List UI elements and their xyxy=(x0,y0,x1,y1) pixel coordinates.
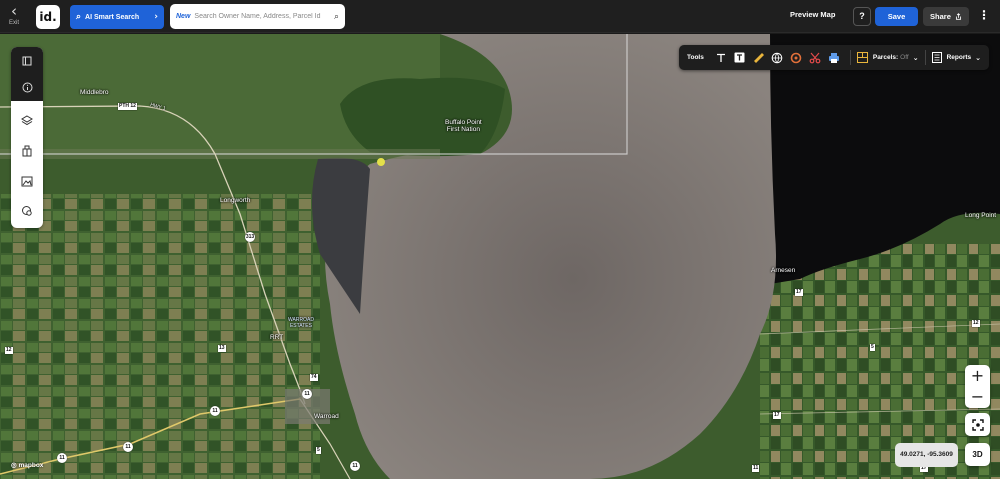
tools-label: Tools xyxy=(687,54,704,61)
tools-divider xyxy=(924,50,926,65)
place-label-buffalo-point: Buffalo Point First Nation xyxy=(445,119,482,133)
chevron-down-icon: ⌄ xyxy=(912,53,919,62)
app-logo[interactable]: id. xyxy=(36,5,60,29)
left-tool-rail xyxy=(11,47,43,228)
road-shield: 11 xyxy=(302,389,312,399)
chevron-right-icon: › xyxy=(154,12,158,22)
parcels-icon xyxy=(856,52,868,63)
parcels-dropdown[interactable]: Parcels: Off ⌄ xyxy=(856,52,919,63)
reports-label: Reports xyxy=(946,54,972,61)
location-search-icon[interactable] xyxy=(17,201,37,221)
map-canvas[interactable]: Middlebro Buffalo Point First Nation Lon… xyxy=(0,34,1000,479)
road-shield: 313 xyxy=(245,232,255,242)
road-shield: 11 xyxy=(210,406,220,416)
more-options-icon[interactable]: ⋮ xyxy=(978,8,990,22)
text-icon[interactable] xyxy=(712,49,730,67)
new-tag: New xyxy=(176,13,191,20)
road-shield: 5 xyxy=(870,344,875,351)
road-shield: 74 xyxy=(310,374,318,381)
attribution-text: mapbox xyxy=(18,462,44,469)
chevron-down-icon: ⌄ xyxy=(975,53,982,62)
buildings-icon[interactable] xyxy=(17,141,37,161)
parcels-label: Parcels: xyxy=(872,54,899,61)
search-icon: ⌕ xyxy=(76,12,82,22)
place-label-arnesen: Arnesen xyxy=(771,267,796,274)
zoom-in-button[interactable]: + xyxy=(965,365,990,386)
chevron-left-icon: ‹ xyxy=(11,2,17,20)
place-label-longworth: Longworth xyxy=(220,197,251,204)
panel-toggle-icon[interactable] xyxy=(17,51,37,71)
ai-search-label: AI Smart Search xyxy=(85,13,140,21)
road-shield: 11 xyxy=(350,461,360,471)
preview-map-button[interactable]: Preview Map xyxy=(790,10,835,19)
text-box-icon[interactable] xyxy=(731,49,749,67)
info-icon[interactable] xyxy=(17,77,37,97)
layers-icon[interactable] xyxy=(17,110,37,130)
road-shield: 11 xyxy=(123,442,133,452)
focus-frame-icon xyxy=(971,418,984,431)
share-icon xyxy=(955,13,961,20)
road-shield: PTH 12 xyxy=(118,103,137,110)
road-shield: 11 xyxy=(752,465,760,472)
share-label: Share xyxy=(930,12,951,21)
road-shield: 5 xyxy=(316,447,321,454)
reports-icon xyxy=(931,52,942,63)
scissors-icon[interactable] xyxy=(806,49,824,67)
search-input[interactable]: New Search Owner Name, Address, Parcel I… xyxy=(170,4,345,29)
place-label-middlebro: Middlebro xyxy=(80,89,109,96)
road-shield: 11 xyxy=(57,453,67,463)
fit-bounds-button[interactable] xyxy=(965,413,990,436)
tools-divider xyxy=(849,50,851,65)
magnifier-icon[interactable]: ⌕ xyxy=(334,12,339,22)
zoom-out-button[interactable]: − xyxy=(965,386,990,407)
save-button[interactable]: Save xyxy=(875,7,918,26)
top-bar: ‹ Exit id. ⌕ AI Smart Search › New Searc… xyxy=(0,0,1000,33)
exit-label: Exit xyxy=(8,20,19,26)
road-shield: 12 xyxy=(5,347,13,354)
satellite-imagery xyxy=(0,34,1000,479)
reports-dropdown[interactable]: Reports ⌄ xyxy=(931,52,982,63)
exit-button[interactable]: ‹ Exit xyxy=(4,4,24,30)
globe-pin-icon[interactable] xyxy=(768,49,786,67)
search-placeholder: Search Owner Name, Address, Parcel Id xyxy=(194,13,321,20)
circle-icon[interactable] xyxy=(787,49,805,67)
road-shield: 17 xyxy=(773,412,781,419)
image-icon[interactable] xyxy=(17,171,37,191)
place-label-long-point: Long Point xyxy=(965,212,997,219)
parcels-state: Off xyxy=(900,54,909,61)
road-shield: 13 xyxy=(218,345,226,352)
place-label-warroad-estates: WARROAD ESTATES xyxy=(288,317,314,329)
help-button[interactable]: ? xyxy=(853,7,871,26)
mapbox-attribution[interactable]: ◎ mapbox xyxy=(11,461,43,469)
print-icon[interactable] xyxy=(825,49,843,67)
zoom-control: + − xyxy=(965,365,990,408)
place-label-rrt: RRT xyxy=(270,334,284,341)
ruler-icon[interactable] xyxy=(750,49,768,67)
place-label-warroad: Warroad xyxy=(314,413,339,420)
road-shield: 17 xyxy=(795,289,803,296)
share-button[interactable]: Share xyxy=(923,7,969,26)
road-shield: 12 xyxy=(972,320,980,327)
ai-smart-search-button[interactable]: ⌕ AI Smart Search › xyxy=(70,5,164,29)
tools-panel: Tools Parcels: Off ⌄ Reports ⌄ xyxy=(679,45,989,70)
3d-toggle-button[interactable]: 3D xyxy=(965,443,990,466)
coordinates-readout: 49.0271, -95.3609 xyxy=(895,443,958,467)
